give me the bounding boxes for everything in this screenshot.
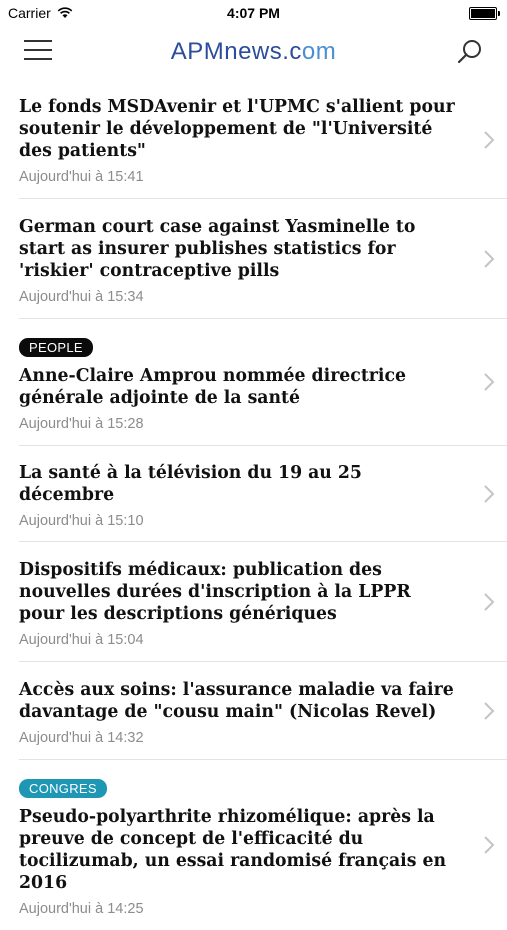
- chevron-right-icon: [484, 592, 495, 611]
- news-item[interactable]: La santé à la télévision du 19 au 25 déc…: [19, 446, 507, 542]
- news-timestamp: Aujourd'hui à 15:28: [19, 416, 144, 432]
- news-item[interactable]: PEOPLE Anne-Claire Amprou nommée directr…: [19, 319, 507, 446]
- battery-icon: [469, 7, 500, 20]
- news-headline: Le fonds MSDAvenir et l'UPMC s'allient p…: [19, 97, 455, 161]
- news-item[interactable]: Accès aux soins: l'assurance maladie va …: [19, 662, 507, 760]
- news-headline: Dispositifs médicaux: publication des no…: [19, 560, 411, 624]
- news-headline: German court case against Yasminelle to …: [19, 217, 416, 281]
- logo-main-text: APMnews.c: [170, 38, 302, 65]
- chevron-right-icon: [484, 701, 495, 720]
- news-item[interactable]: Dispositifs médicaux: publication des no…: [19, 542, 507, 662]
- status-time: 4:07 PM: [227, 5, 280, 21]
- chevron-right-icon: [484, 836, 495, 854]
- search-icon: [457, 40, 481, 64]
- news-item[interactable]: German court case against Yasminelle to …: [19, 199, 507, 319]
- news-item[interactable]: Le fonds MSDAvenir et l'UPMC s'allient p…: [19, 82, 507, 199]
- news-headline: La santé à la télévision du 19 au 25 déc…: [19, 463, 362, 505]
- news-headline: Anne-Claire Amprou nommée directrice gén…: [19, 366, 406, 408]
- news-timestamp: Aujourd'hui à 15:04: [19, 632, 144, 648]
- news-item[interactable]: CONGRES Pseudo-polyarthrite rhizomélique…: [19, 760, 507, 930]
- news-timestamp: Aujourd'hui à 15:34: [19, 289, 144, 305]
- logo-accent-text: om: [301, 38, 337, 65]
- app-logo: APMnews.com: [0, 38, 507, 66]
- chevron-right-icon: [484, 131, 495, 149]
- news-headline: Pseudo-polyarthrite rhizomélique: après …: [19, 807, 447, 893]
- news-list: Le fonds MSDAvenir et l'UPMC s'allient p…: [0, 82, 507, 930]
- congres-tag: CONGRES: [19, 779, 107, 798]
- search-button[interactable]: [455, 38, 485, 68]
- chevron-right-icon: [484, 484, 495, 503]
- news-timestamp: Aujourd'hui à 15:41: [19, 169, 144, 185]
- news-headline: Accès aux soins: l'assurance maladie va …: [19, 680, 454, 722]
- people-tag: PEOPLE: [19, 338, 93, 357]
- chevron-right-icon: [484, 249, 495, 268]
- news-timestamp: Aujourd'hui à 14:32: [19, 730, 144, 746]
- navigation-bar: APMnews.com: [0, 26, 507, 82]
- status-bar: Carrier 4:07 PM: [0, 0, 507, 26]
- news-timestamp: Aujourd'hui à 14:25: [19, 901, 144, 917]
- news-timestamp: Aujourd'hui à 15:10: [19, 513, 144, 529]
- chevron-right-icon: [484, 373, 495, 391]
